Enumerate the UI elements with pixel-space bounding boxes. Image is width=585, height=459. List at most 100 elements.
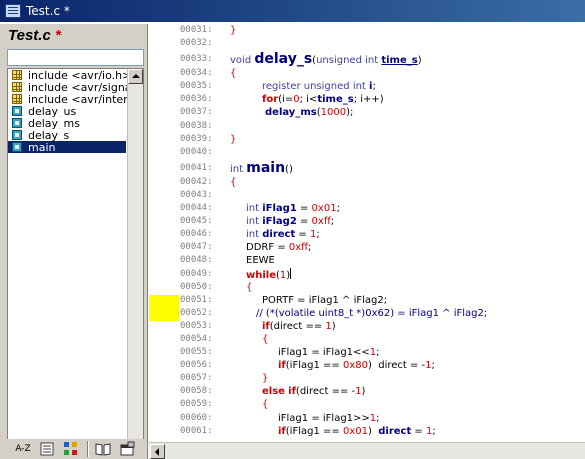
code-text: { (230, 68, 237, 80)
code-line[interactable]: 00035: register unsigned int i; (180, 80, 585, 93)
scroll-up-button[interactable] (128, 69, 143, 84)
code-line[interactable]: 00056: if(iFlag1 == 0x80) direct = -1; (180, 359, 585, 372)
line-number: 00047: (180, 242, 213, 253)
code-line[interactable]: 00034: { (180, 67, 585, 80)
line-number: 00049: (180, 268, 213, 279)
include-icon (12, 94, 22, 104)
code-line[interactable]: 00059: { (180, 398, 585, 411)
editor-horizontal-scrollbar[interactable] (149, 442, 585, 459)
code-line[interactable]: 00060: iFlag1 = iFlag1>>1; (180, 412, 585, 425)
code-text: PORTF = iFlag1 ^ iFlag2; (262, 294, 388, 306)
code-line[interactable]: 00043: (180, 189, 585, 202)
code-line[interactable]: 00052: // (*(volatile uint8_t *)0x62) = i… (180, 307, 585, 320)
breakpoint-highlight (149, 295, 179, 321)
outline-item[interactable]: include <avr/signal.h> (8, 81, 129, 93)
code-line[interactable]: 00046: int direct = 1; (180, 228, 585, 241)
include-icon (12, 82, 22, 92)
code-text: int iFlag2 = 0xff; (246, 216, 335, 228)
code-lines[interactable]: 00031:} 00032: 00033: void delay_s(unsign… (180, 24, 585, 438)
code-editor[interactable]: 00031:} 00032: 00033: void delay_s(unsign… (149, 24, 585, 459)
line-number: 00044: (180, 203, 213, 214)
outline-item[interactable]: delay_s (8, 129, 129, 141)
outline-item-label: delay_us (28, 105, 77, 117)
line-number: 00035: (180, 81, 213, 92)
code-line[interactable]: 00047: DDRF = 0xff; (180, 241, 585, 254)
line-number: 00040: (180, 146, 213, 157)
code-line[interactable]: 00061: if(iFlag1 == 0x01) direct = 1; (180, 425, 585, 438)
arrow-left-icon (155, 448, 159, 456)
code-line[interactable]: 00033: void delay_s(unsigned int time_s) (180, 50, 585, 67)
code-line[interactable]: 00054: { (180, 333, 585, 346)
tree-view-button[interactable] (61, 440, 81, 458)
code-text: { (230, 176, 237, 188)
line-number: 00057: (180, 373, 213, 384)
code-line[interactable]: 00039:} (180, 133, 585, 146)
modified-marker: * (54, 27, 61, 44)
outline-item[interactable]: include <avr/interrupt.h> (8, 93, 129, 105)
outline-item[interactable]: include <avr/io.h> (8, 69, 129, 81)
sort-az-button[interactable]: A-Z (11, 440, 35, 458)
code-text: register unsigned int i; (262, 81, 376, 93)
code-line[interactable]: 00042: { (180, 176, 585, 189)
outline-scrollbar[interactable] (127, 69, 143, 458)
code-line[interactable]: 00038: (180, 120, 585, 133)
list-view-button[interactable] (37, 440, 57, 458)
line-number: 00042: (180, 176, 213, 187)
outline-item-label: delay_ms (28, 117, 81, 129)
code-line[interactable]: 00032: (180, 37, 585, 50)
code-text: int direct = 1; (246, 229, 320, 241)
code-line[interactable]: 00045: int iFlag2 = 0xff; (180, 215, 585, 228)
scroll-left-button[interactable] (150, 444, 165, 459)
outline-item-label: include <avr/interrupt.h> (28, 93, 129, 105)
properties-button[interactable] (117, 440, 137, 458)
code-text: DDRF = 0xff; (246, 242, 312, 254)
code-line[interactable]: 00058: else if(direct == -1) (180, 385, 585, 398)
code-line[interactable]: 00049: while(1) (180, 267, 585, 281)
code-text: } (262, 373, 269, 385)
outline-item[interactable]: main (8, 141, 126, 153)
code-text: if(direct == 1) (262, 320, 336, 332)
outline-item[interactable]: delay_ms (8, 117, 129, 129)
line-number: 00041: (180, 162, 213, 173)
line-number: 00031: (180, 25, 213, 35)
code-line[interactable]: 00037: delay_ms(1000); (180, 106, 585, 119)
code-text: if(iFlag1 == 0x01) direct = 1; (278, 425, 436, 437)
code-line[interactable]: 00041: int main() (180, 159, 585, 176)
sort-az-icon: A-Z (15, 444, 31, 454)
outline-item-label: delay_s (28, 129, 70, 141)
outline-item-label: include <avr/io.h> (28, 69, 129, 81)
code-text: } (230, 133, 237, 145)
line-number: 00054: (180, 333, 213, 344)
filter-input[interactable] (7, 49, 144, 66)
outline-list: include <avr/io.h>include <avr/signal.h>… (8, 69, 129, 458)
line-number: 00053: (180, 320, 213, 331)
code-line[interactable]: 00044: int iFlag1 = 0x01; (180, 202, 585, 215)
line-number: 00046: (180, 229, 213, 240)
arrow-up-icon (132, 74, 140, 78)
outline-item[interactable]: delay_us (8, 105, 129, 117)
code-text: if(iFlag1 == 0x80) direct = -1; (278, 360, 435, 372)
outline-item-label: include <avr/signal.h> (28, 81, 129, 93)
code-line[interactable]: 00031:} (180, 24, 585, 37)
line-number: 00045: (180, 216, 213, 227)
line-number: 00036: (180, 94, 213, 105)
code-comment: // (*(volatile uint8_t *)0x62) = iFlag1 … (256, 307, 488, 319)
code-line[interactable]: 00055: iFlag1 = iFlag1<<1; (180, 346, 585, 359)
properties-icon (120, 441, 135, 456)
book-button[interactable] (93, 440, 113, 458)
line-number: 00048: (180, 255, 213, 266)
code-line[interactable]: 00040: (180, 146, 585, 159)
line-number: 00061: (180, 425, 213, 436)
code-line[interactable]: 00036: for(i=0; i<time_s; i++) (180, 93, 585, 106)
outline-item-label: main (28, 141, 56, 153)
code-line[interactable]: 00051: PORTF = iFlag1 ^ iFlag2; (180, 294, 585, 307)
line-number: 00059: (180, 399, 213, 410)
code-line[interactable]: 00050: { (180, 281, 585, 294)
line-number: 00056: (180, 360, 213, 371)
code-text: while(1) (246, 267, 292, 281)
code-line[interactable]: 00053: if(direct == 1) (180, 320, 585, 333)
code-text: } (230, 25, 237, 36)
code-line[interactable]: 00057:} (180, 372, 585, 385)
code-line[interactable]: 00048: EEWE (180, 254, 585, 267)
panel-title: Test.c * (8, 27, 61, 44)
